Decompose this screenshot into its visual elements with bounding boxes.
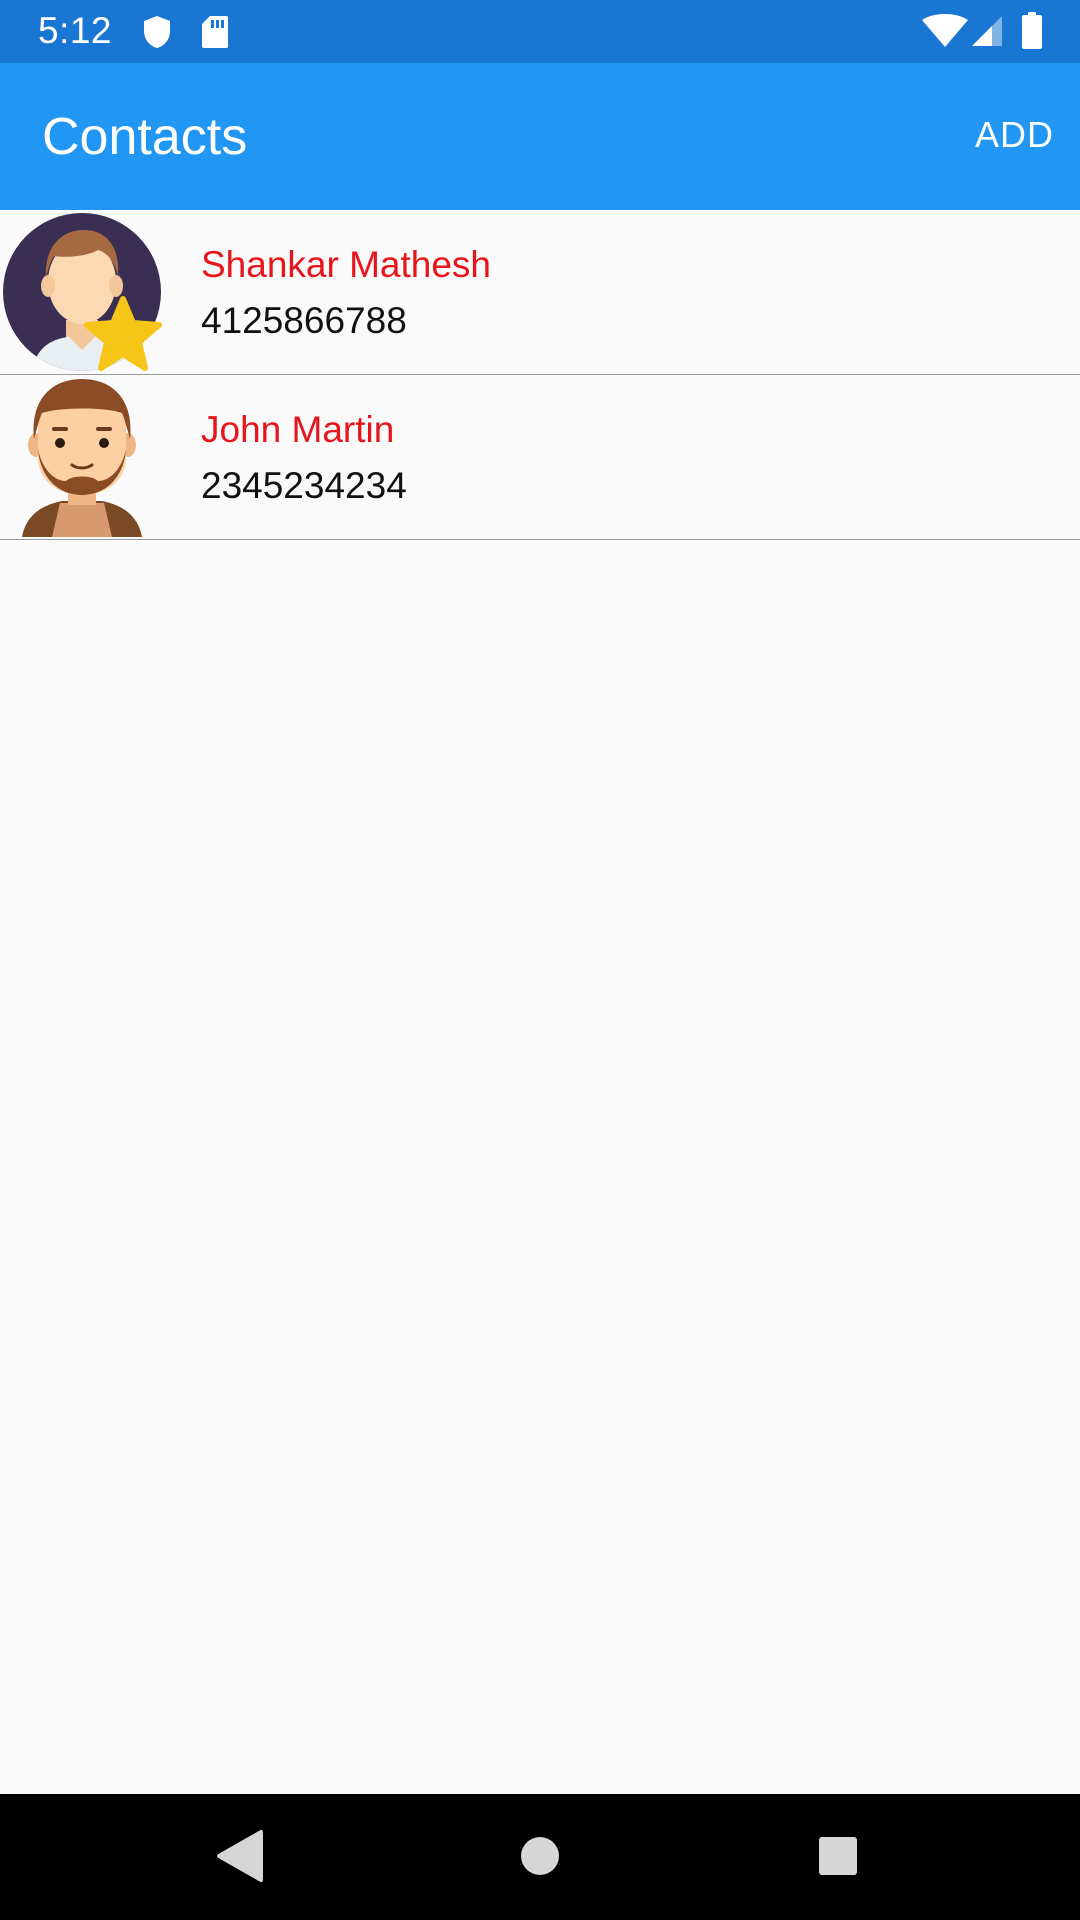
- status-time: 5:12: [38, 10, 113, 51]
- contact-name: John Martin: [201, 409, 395, 450]
- contact-list: Shankar Mathesh 4125866788 John Martin 2…: [0, 210, 1080, 540]
- shield-icon: [141, 14, 173, 55]
- page-title: Contacts: [42, 108, 248, 166]
- navigation-bar: [0, 1794, 1080, 1920]
- status-bar: 5:12: [0, 0, 1080, 63]
- contact-row[interactable]: John Martin 2345234234: [0, 375, 1080, 540]
- sd-card-icon: [200, 14, 230, 55]
- avatar-bearded-man: [2, 377, 164, 537]
- recents-icon[interactable]: [806, 1824, 870, 1888]
- wifi-icon: [922, 14, 968, 53]
- contact-row[interactable]: Shankar Mathesh 4125866788: [0, 210, 1080, 375]
- contact-name: Shankar Mathesh: [201, 244, 492, 285]
- back-icon[interactable]: [207, 1824, 271, 1888]
- contact-phone: 2345234234: [201, 465, 407, 506]
- home-icon[interactable]: [508, 1824, 572, 1888]
- contact-phone: 4125866788: [201, 300, 407, 341]
- cell-signal-icon: [970, 14, 1004, 53]
- battery-icon: [1021, 12, 1043, 55]
- app-bar: Contacts ADD: [0, 63, 1080, 210]
- avatar-favorite-star: [2, 212, 164, 372]
- favorite-star-icon: [82, 295, 164, 378]
- add-contact-button[interactable]: ADD: [975, 113, 1054, 157]
